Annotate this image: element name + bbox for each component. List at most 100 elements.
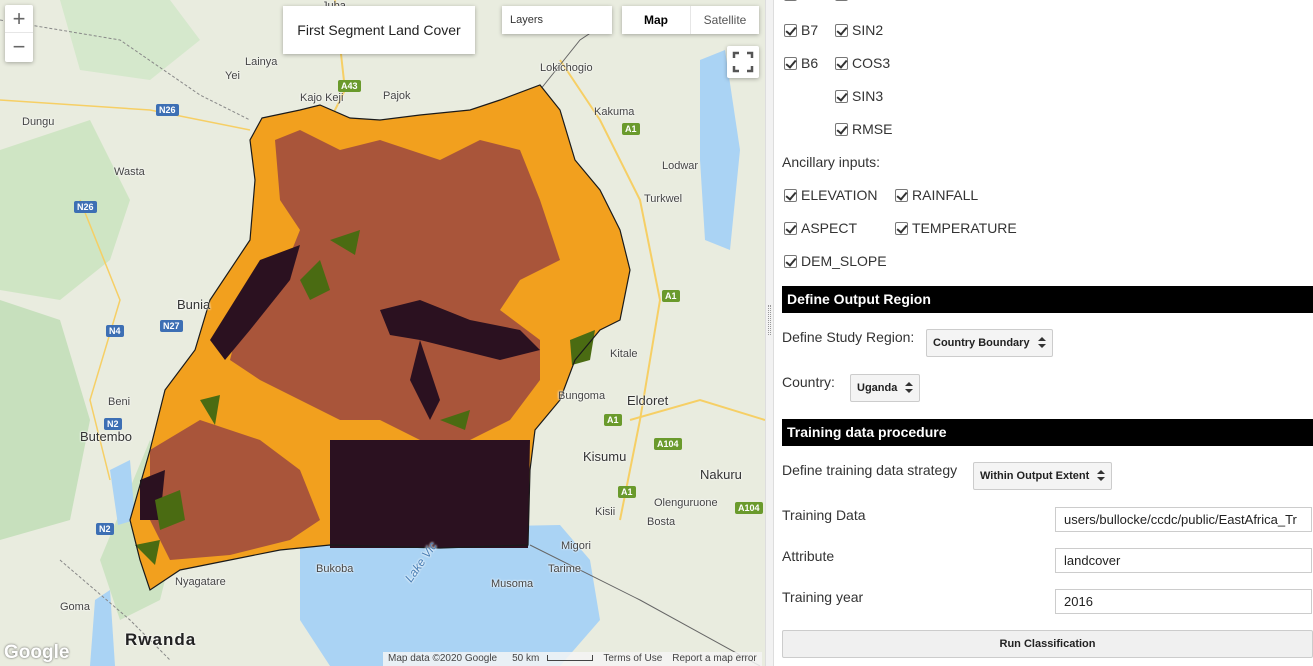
place-label: Kakuma — [594, 106, 635, 118]
checkbox-rainfall[interactable]: RAINFALL — [895, 187, 978, 203]
splitter-grip-icon — [768, 305, 771, 335]
country-select[interactable]: Uganda — [850, 374, 921, 402]
checkbox-check-icon — [784, 23, 797, 37]
place-label: Migori — [561, 540, 591, 552]
checkbox-label: SIN2 — [852, 22, 884, 38]
place-label: Bunia — [177, 297, 211, 312]
checkbox-b7[interactable]: B7 — [784, 22, 818, 38]
checkbox-sin2[interactable]: SIN2 — [835, 22, 883, 38]
run-classification-button[interactable]: Run Classification — [782, 630, 1313, 658]
place-label: Kisumu — [583, 449, 627, 464]
checkbox-partial-right[interactable] — [835, 0, 852, 1]
road-shield: N2 — [104, 418, 122, 430]
checkbox-b6[interactable]: B6 — [784, 55, 818, 71]
road-shield: A1 — [618, 486, 636, 498]
road-shield: N2 — [96, 523, 114, 535]
checkbox-check-icon — [895, 188, 908, 202]
report-error-link[interactable]: Report a map error — [667, 652, 761, 666]
place-label: Lokichogio — [540, 62, 593, 74]
place-label: Tarime — [548, 563, 582, 575]
study-region-label: Define Study Region: — [782, 329, 915, 345]
select-value: Uganda — [857, 382, 898, 394]
checkbox-check-icon — [784, 56, 797, 70]
checkbox-check-icon — [784, 188, 797, 202]
checkbox-check-icon — [835, 89, 848, 103]
place-label: Nakuru — [700, 467, 742, 482]
checkbox-dem-slope[interactable]: DEM_SLOPE — [784, 253, 887, 269]
training-year-input[interactable]: 2016 — [1055, 589, 1312, 614]
select-arrows-icon — [1037, 337, 1046, 349]
road-shield: A1 — [662, 290, 680, 302]
place-label: Butembo — [80, 429, 133, 444]
select-value: Within Output Extent — [980, 470, 1090, 482]
fullscreen-icon — [732, 51, 754, 73]
map-canvas[interactable]: Juba Kajo Keji Pajok Lainya Yei Lokichog… — [0, 0, 765, 666]
map-type-satellite-button[interactable]: Satellite — [691, 6, 759, 34]
section-header-training: Training data procedure — [782, 419, 1313, 446]
place-label: Olenguruone — [654, 497, 718, 509]
road-shield: A104 — [654, 438, 682, 450]
place-label: Bungoma — [558, 390, 606, 402]
checkbox-check-icon — [895, 221, 908, 235]
zoom-in-button[interactable]: + — [5, 5, 33, 33]
layers-dropdown[interactable]: Layers — [502, 6, 612, 34]
terms-link[interactable]: Terms of Use — [598, 652, 667, 666]
place-label: Kisii — [595, 506, 616, 518]
ancillary-label: Ancillary inputs: — [782, 154, 881, 170]
strategy-select[interactable]: Within Output Extent — [973, 462, 1113, 490]
place-label: Bukoba — [316, 563, 354, 575]
road-shield: A1 — [622, 123, 640, 135]
map-attribution: Map data ©2020 Google 50 km Terms of Use… — [383, 652, 762, 666]
place-label: Musoma — [491, 578, 534, 590]
fullscreen-button[interactable] — [727, 46, 759, 78]
checkbox-label: DEM_SLOPE — [801, 253, 887, 269]
checkbox-temperature[interactable]: TEMPERATURE — [895, 220, 1017, 236]
control-panel: B7 SIN2 B6 COS3 SIN3 RMSE Ancillary inpu… — [774, 0, 1313, 666]
training-data-input[interactable]: users/bullocke/ccdc/public/EastAfrica_Tr — [1055, 507, 1312, 532]
checkbox-rmse[interactable]: RMSE — [835, 121, 892, 137]
checkbox-label: B6 — [801, 55, 819, 71]
checkbox-aspect[interactable]: ASPECT — [784, 220, 857, 236]
road-shield: N26 — [156, 104, 179, 116]
place-label: Kitale — [610, 348, 638, 360]
checkbox-label: TEMPERATURE — [912, 220, 1017, 236]
country-label: Rwanda — [125, 630, 197, 649]
place-label: Beni — [108, 396, 131, 408]
place-label: Bosta — [647, 516, 676, 528]
checkbox-partial-left[interactable] — [784, 0, 801, 1]
scale-label: 50 km — [512, 653, 540, 664]
place-label: Dungu — [22, 116, 55, 128]
training-data-label: Training Data — [782, 507, 866, 523]
place-label: Lodwar — [662, 160, 699, 172]
study-region-select[interactable]: Country Boundary — [926, 329, 1053, 357]
map-type-map-button[interactable]: Map — [622, 6, 691, 34]
place-label: Wasta — [114, 166, 145, 178]
zoom-out-button[interactable]: − — [5, 33, 33, 61]
checkbox-cos3[interactable]: COS3 — [835, 55, 890, 71]
checkbox-check-icon — [784, 0, 797, 1]
scale-bar: 50 km — [502, 652, 598, 666]
map-title-panel: First Segment Land Cover — [283, 6, 475, 54]
place-label: Goma — [60, 601, 90, 613]
scale-bar-graphic — [547, 655, 594, 662]
place-label: Kajo Keji — [300, 92, 344, 104]
checkbox-label: SIN3 — [852, 88, 884, 104]
checkbox-check-icon — [835, 122, 848, 136]
select-value: Country Boundary — [933, 337, 1030, 349]
google-logo: Google — [4, 642, 70, 663]
place-label: Lainya — [245, 56, 278, 68]
checkbox-check-icon — [835, 0, 848, 1]
checkbox-elevation[interactable]: ELEVATION — [784, 187, 878, 203]
road-shield: A104 — [735, 502, 763, 514]
checkbox-check-icon — [784, 254, 797, 268]
checkbox-label: COS3 — [852, 55, 891, 71]
zoom-control: + − — [5, 5, 33, 62]
place-label: Pajok — [383, 90, 411, 102]
checkbox-sin3[interactable]: SIN3 — [835, 88, 883, 104]
checkbox-label: B7 — [801, 22, 819, 38]
road-shield: N27 — [160, 320, 183, 332]
checkbox-check-icon — [784, 221, 797, 235]
attribute-input[interactable]: landcover — [1055, 548, 1312, 573]
panel-splitter[interactable] — [765, 0, 774, 666]
road-shield: N26 — [74, 201, 97, 213]
